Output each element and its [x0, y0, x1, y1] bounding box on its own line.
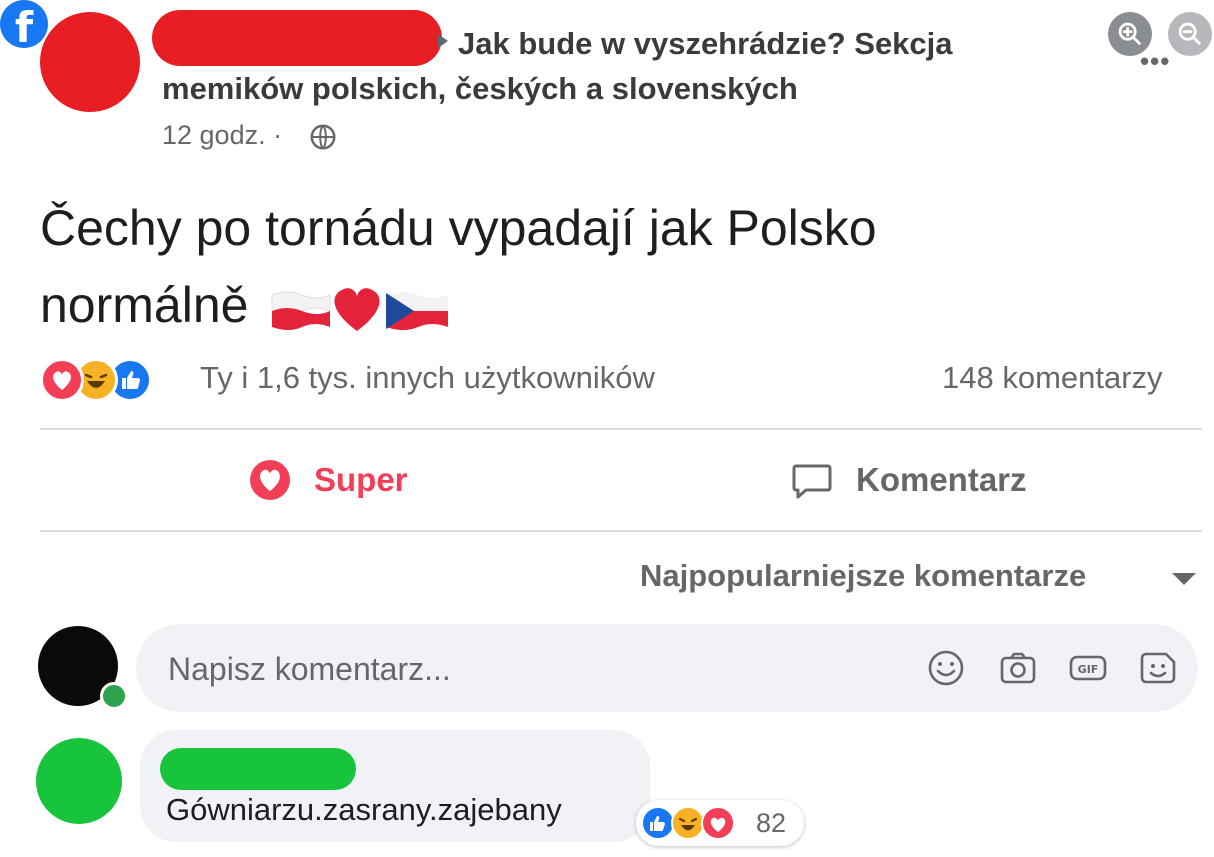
facebook-logo-icon: f	[0, 0, 48, 52]
comment-reactions[interactable]: 82	[636, 800, 804, 846]
sticker-icon[interactable]	[1138, 648, 1178, 688]
post-timestamp[interactable]: 12 godz. ·	[162, 120, 282, 151]
divider	[40, 428, 1202, 430]
super-label: Super	[314, 461, 408, 498]
svg-text:GIF: GIF	[1078, 663, 1099, 676]
comment-bubble-icon	[792, 464, 832, 499]
chevron-down-icon[interactable]	[1172, 573, 1196, 585]
globe-icon	[310, 124, 336, 150]
comment-composer[interactable]: GIF	[136, 624, 1198, 712]
zoom-out-button[interactable]	[1168, 12, 1212, 56]
zoom-in-icon	[1118, 22, 1141, 45]
comment-label: Komentarz	[856, 461, 1027, 498]
comment-button[interactable]: Komentarz	[790, 448, 1027, 512]
group-name-line2[interactable]: memików polskich, českých a slovenských	[162, 71, 798, 107]
online-status-icon	[100, 682, 128, 710]
arrow-right-icon	[438, 34, 448, 48]
gif-icon[interactable]: GIF	[1068, 648, 1108, 688]
super-reaction-button[interactable]: Super	[248, 448, 408, 512]
love-icon	[250, 460, 290, 500]
post-text-line1: Čechy po tornádu vypadají jak Polsko	[40, 200, 877, 256]
reactions-summary[interactable]: Ty i 1,6 tys. innych użytkowników	[200, 360, 655, 396]
reaction-icons[interactable]	[40, 358, 190, 402]
commenter-name-redacted[interactable]	[160, 748, 356, 790]
camera-icon[interactable]	[998, 648, 1038, 688]
post-text-line2-row: normálně	[40, 267, 1160, 344]
post-text-line2: normálně	[40, 277, 249, 333]
poster-name-redacted[interactable]	[152, 10, 442, 66]
divider	[40, 530, 1202, 532]
comment-text: Gówniarzu.zasrany.zajebany	[166, 792, 562, 827]
emoji-icon[interactable]	[926, 648, 966, 688]
commenter-avatar[interactable]	[36, 738, 122, 824]
comments-count[interactable]: 148 komentarzy	[942, 360, 1163, 396]
comment-reaction-icons	[641, 806, 735, 840]
comment-reaction-count: 82	[756, 808, 787, 838]
group-name-line1[interactable]: Jak bude w vyszehrádzie? Sekcja	[458, 26, 953, 62]
poster-avatar[interactable]	[40, 12, 140, 112]
more-options-button[interactable]: •••	[1140, 46, 1170, 77]
love-reaction-icon	[40, 358, 84, 402]
comment-sort-dropdown[interactable]: Najpopularniejsze komentarze	[640, 558, 1086, 594]
flag-poland-heart-flag-czech-emoji	[271, 288, 449, 331]
zoom-out-icon	[1178, 22, 1201, 45]
post-text: Čechy po tornádu vypadají jak Polsko nor…	[40, 190, 1160, 344]
comment-input[interactable]	[166, 642, 890, 696]
